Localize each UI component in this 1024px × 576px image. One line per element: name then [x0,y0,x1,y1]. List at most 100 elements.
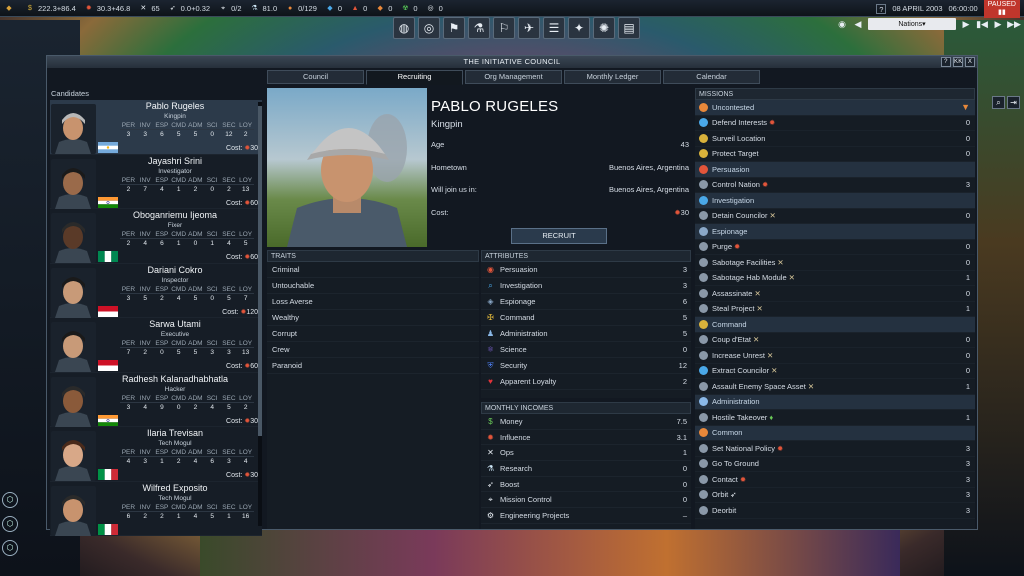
resource-money[interactable]: $222.3+86.4 [25,3,76,13]
candidate-card[interactable]: Oboganriemu Ijeoma Fixer PER INV ESP CMD ADM SC… [50,209,262,264]
mission-row[interactable]: Assault Enemy Space Asset ✕ 1 [695,379,975,395]
mission-row[interactable]: Steal Project ✕ 1 [695,302,975,317]
attributes-row[interactable]: ⛨ Security 12 [481,358,691,374]
trait-item[interactable]: Untouchable [267,278,479,294]
tab-recruiting[interactable]: Recruiting [366,70,463,85]
resource-fissiles[interactable]: ☢ 0 [400,3,417,13]
resource-antimatter[interactable]: ◎ 0 [426,3,443,13]
candidate-card[interactable]: Sarwa Utami Executive PER INV ESP CMD ADM SCI SE… [50,318,262,373]
incomes-row[interactable]: $ Money 7.5 [481,414,691,430]
incomes-row[interactable]: ⚙ Engineering Projects – [481,508,691,524]
mission-row[interactable]: Hostile Takeover ♦ 1 [695,410,975,426]
attributes-row[interactable]: ✠ Command 5 [481,310,691,326]
mission-row[interactable]: Purge ✹ 0 [695,240,975,255]
trait-item[interactable]: Wealthy [267,310,479,326]
incomes-row[interactable]: ⌖ Mission Control 0 [481,492,691,509]
resource-water[interactable]: ● 0/129 [285,3,317,13]
attributes-row[interactable]: ◉ Persuasion 3 [481,262,691,278]
hex-icon[interactable]: ⬡ [2,516,18,532]
candidate-card[interactable]: Wilfred Exposito Tech Mogul PER INV ESP CMD AD… [50,481,262,536]
attributes-row[interactable]: ♟ Administration 5 [481,326,691,342]
attributes-row[interactable]: ⚛ Science 0 [481,342,691,358]
incomes-row[interactable]: ✹ Influence 3.1 [481,430,691,446]
resource-ops[interactable]: ✕ 65 [138,3,159,13]
resource-metals[interactable]: ▲ 0 [350,3,368,13]
resource-noble-metals[interactable]: ◆ 0 [375,3,393,13]
mission-row[interactable]: Assassinate ✕ 0 [695,286,975,302]
trait-item[interactable]: Criminal [267,262,479,278]
fast-forward-button[interactable]: ▶▶ [1007,18,1021,30]
research-icon[interactable]: ⚗ [468,17,490,39]
mission-row[interactable]: Control Nation ✹ 3 [695,178,975,193]
resource-mission-control[interactable]: ⌖ 0/2 [218,3,241,13]
mission-row[interactable]: Set National Policy ✹ 3 [695,441,975,457]
candidate-card[interactable]: Radhesh Kalanadhabhatla Hacker PER INV ESP CM… [50,372,262,427]
paused-badge[interactable]: PAUSED ▮▮ [983,0,1020,18]
help-button[interactable]: ? [876,3,887,14]
trait-item[interactable]: Loss Averse [267,294,479,310]
mission-row[interactable]: Deorbit 3 [695,503,975,519]
help-button[interactable]: ? [941,57,951,67]
attributes-row[interactable]: ♥ Apparent Loyalty 2 [481,374,691,390]
ledger-icon[interactable]: ▤ [618,17,640,39]
tab-org-management[interactable]: Org Management [465,70,562,84]
mission-row[interactable]: Extract Councilor ✕ 0 [695,364,975,379]
candidates-scrollbar[interactable] [258,102,262,526]
scrollbar-thumb[interactable] [258,106,262,436]
attributes-row[interactable]: ◈ Espionage 6 [481,294,691,310]
tab-council[interactable]: Council [267,70,364,84]
candidate-card[interactable]: Jayashri Srini Investigator PER INV ESP CMD AD… [50,154,262,209]
globe-view-icon[interactable]: ◉ [836,18,848,30]
fleet-icon[interactable]: ✈ [518,17,540,39]
nation-select[interactable]: Nations ▾ [868,18,956,30]
mission-row[interactable]: Detain Councilor ✕ 0 [695,209,975,224]
candidate-card[interactable]: Dariani Cokro Inspector PER INV ESP CMD ADM SCI… [50,263,262,318]
mission-row[interactable]: Defend Interests ✹ 0 [695,116,975,131]
ideas-icon[interactable]: ✦ [568,17,590,39]
incomes-row[interactable]: ⚗ Research 0 [481,461,691,477]
collapse-icon[interactable]: ⇥ [1007,96,1020,109]
play-button[interactable]: ▶ [992,18,1004,30]
resource-influence[interactable]: ✹ 30.3+46.8 [84,3,131,13]
stat-value: 3 [227,458,231,465]
candidate-card[interactable]: Ilaria Trevisan Tech Mogul PER INV ESP CMD ADM… [50,427,262,482]
globe-icon[interactable]: ◍ [393,17,415,39]
resource-volatiles[interactable]: ◆ 0 [325,3,342,13]
mission-row[interactable]: Orbit ➶ 3 [695,488,975,503]
trait-item[interactable]: Crew [267,342,479,358]
hex-icon[interactable]: ⬡ [2,540,18,556]
next-nation-button[interactable]: ▶ [960,18,972,30]
rewind-button[interactable]: ▮◀ [976,18,988,30]
collapse-button[interactable]: KK [953,57,963,67]
previous-nation-button[interactable]: ◀ [852,18,864,30]
incomes-row[interactable]: ✕ Ops 1 [481,445,691,462]
close-button[interactable]: X [965,57,975,67]
trait-item[interactable]: Paranoid [267,358,479,374]
search-icon[interactable]: ⌕ [992,96,1005,109]
mission-row[interactable]: Surveil Location 0 [695,131,975,147]
flag-icon[interactable]: ⚐ [493,17,515,39]
candidate-card[interactable]: Pablo Rugeles Kingpin PER INV ESP CMD ADM SCI SE… [50,100,262,155]
attributes-row[interactable]: ⌕ Investigation 3 [481,278,691,294]
brain-icon[interactable]: ✺ [593,17,615,39]
tab-calendar[interactable]: Calendar [663,70,760,84]
incomes-list: $ Money 7.5 ✹ Influence 3.1 ✕ Ops 1 ⚗ Research 0 ➶ Bo… [481,414,691,524]
orbit-icon[interactable]: ◎ [418,17,440,39]
tab-monthly-ledger[interactable]: Monthly Ledger [564,70,661,84]
mission-row[interactable]: Coup d'Etat ✕ 0 [695,333,975,348]
incomes-row[interactable]: ➶ Boost 0 [481,477,691,493]
mission-row[interactable]: Go To Ground 3 [695,457,975,472]
mission-row[interactable]: Sabotage Facilities ✕ 0 [695,255,975,271]
mission-row[interactable]: Increase Unrest ✕ 0 [695,348,975,364]
hex-icon[interactable]: ⬡ [2,492,18,508]
trait-item[interactable]: Corrupt [267,326,479,342]
resource-research[interactable]: ⚗ 81.0 [250,3,277,13]
recruit-button[interactable]: RECRUIT [511,228,607,244]
nations-icon[interactable]: ⚑ [443,17,465,39]
mission-row[interactable]: Contact ✹ 3 [695,472,975,488]
resource-boost[interactable]: ➶ 0.0+0.32 [168,3,210,13]
mission-row[interactable]: Sabotage Hab Module ✕ 1 [695,271,975,286]
resource-nation[interactable]: ◆ [4,3,17,13]
sliders-icon[interactable]: ☰ [543,17,565,39]
mission-row[interactable]: Protect Target 0 [695,147,975,162]
